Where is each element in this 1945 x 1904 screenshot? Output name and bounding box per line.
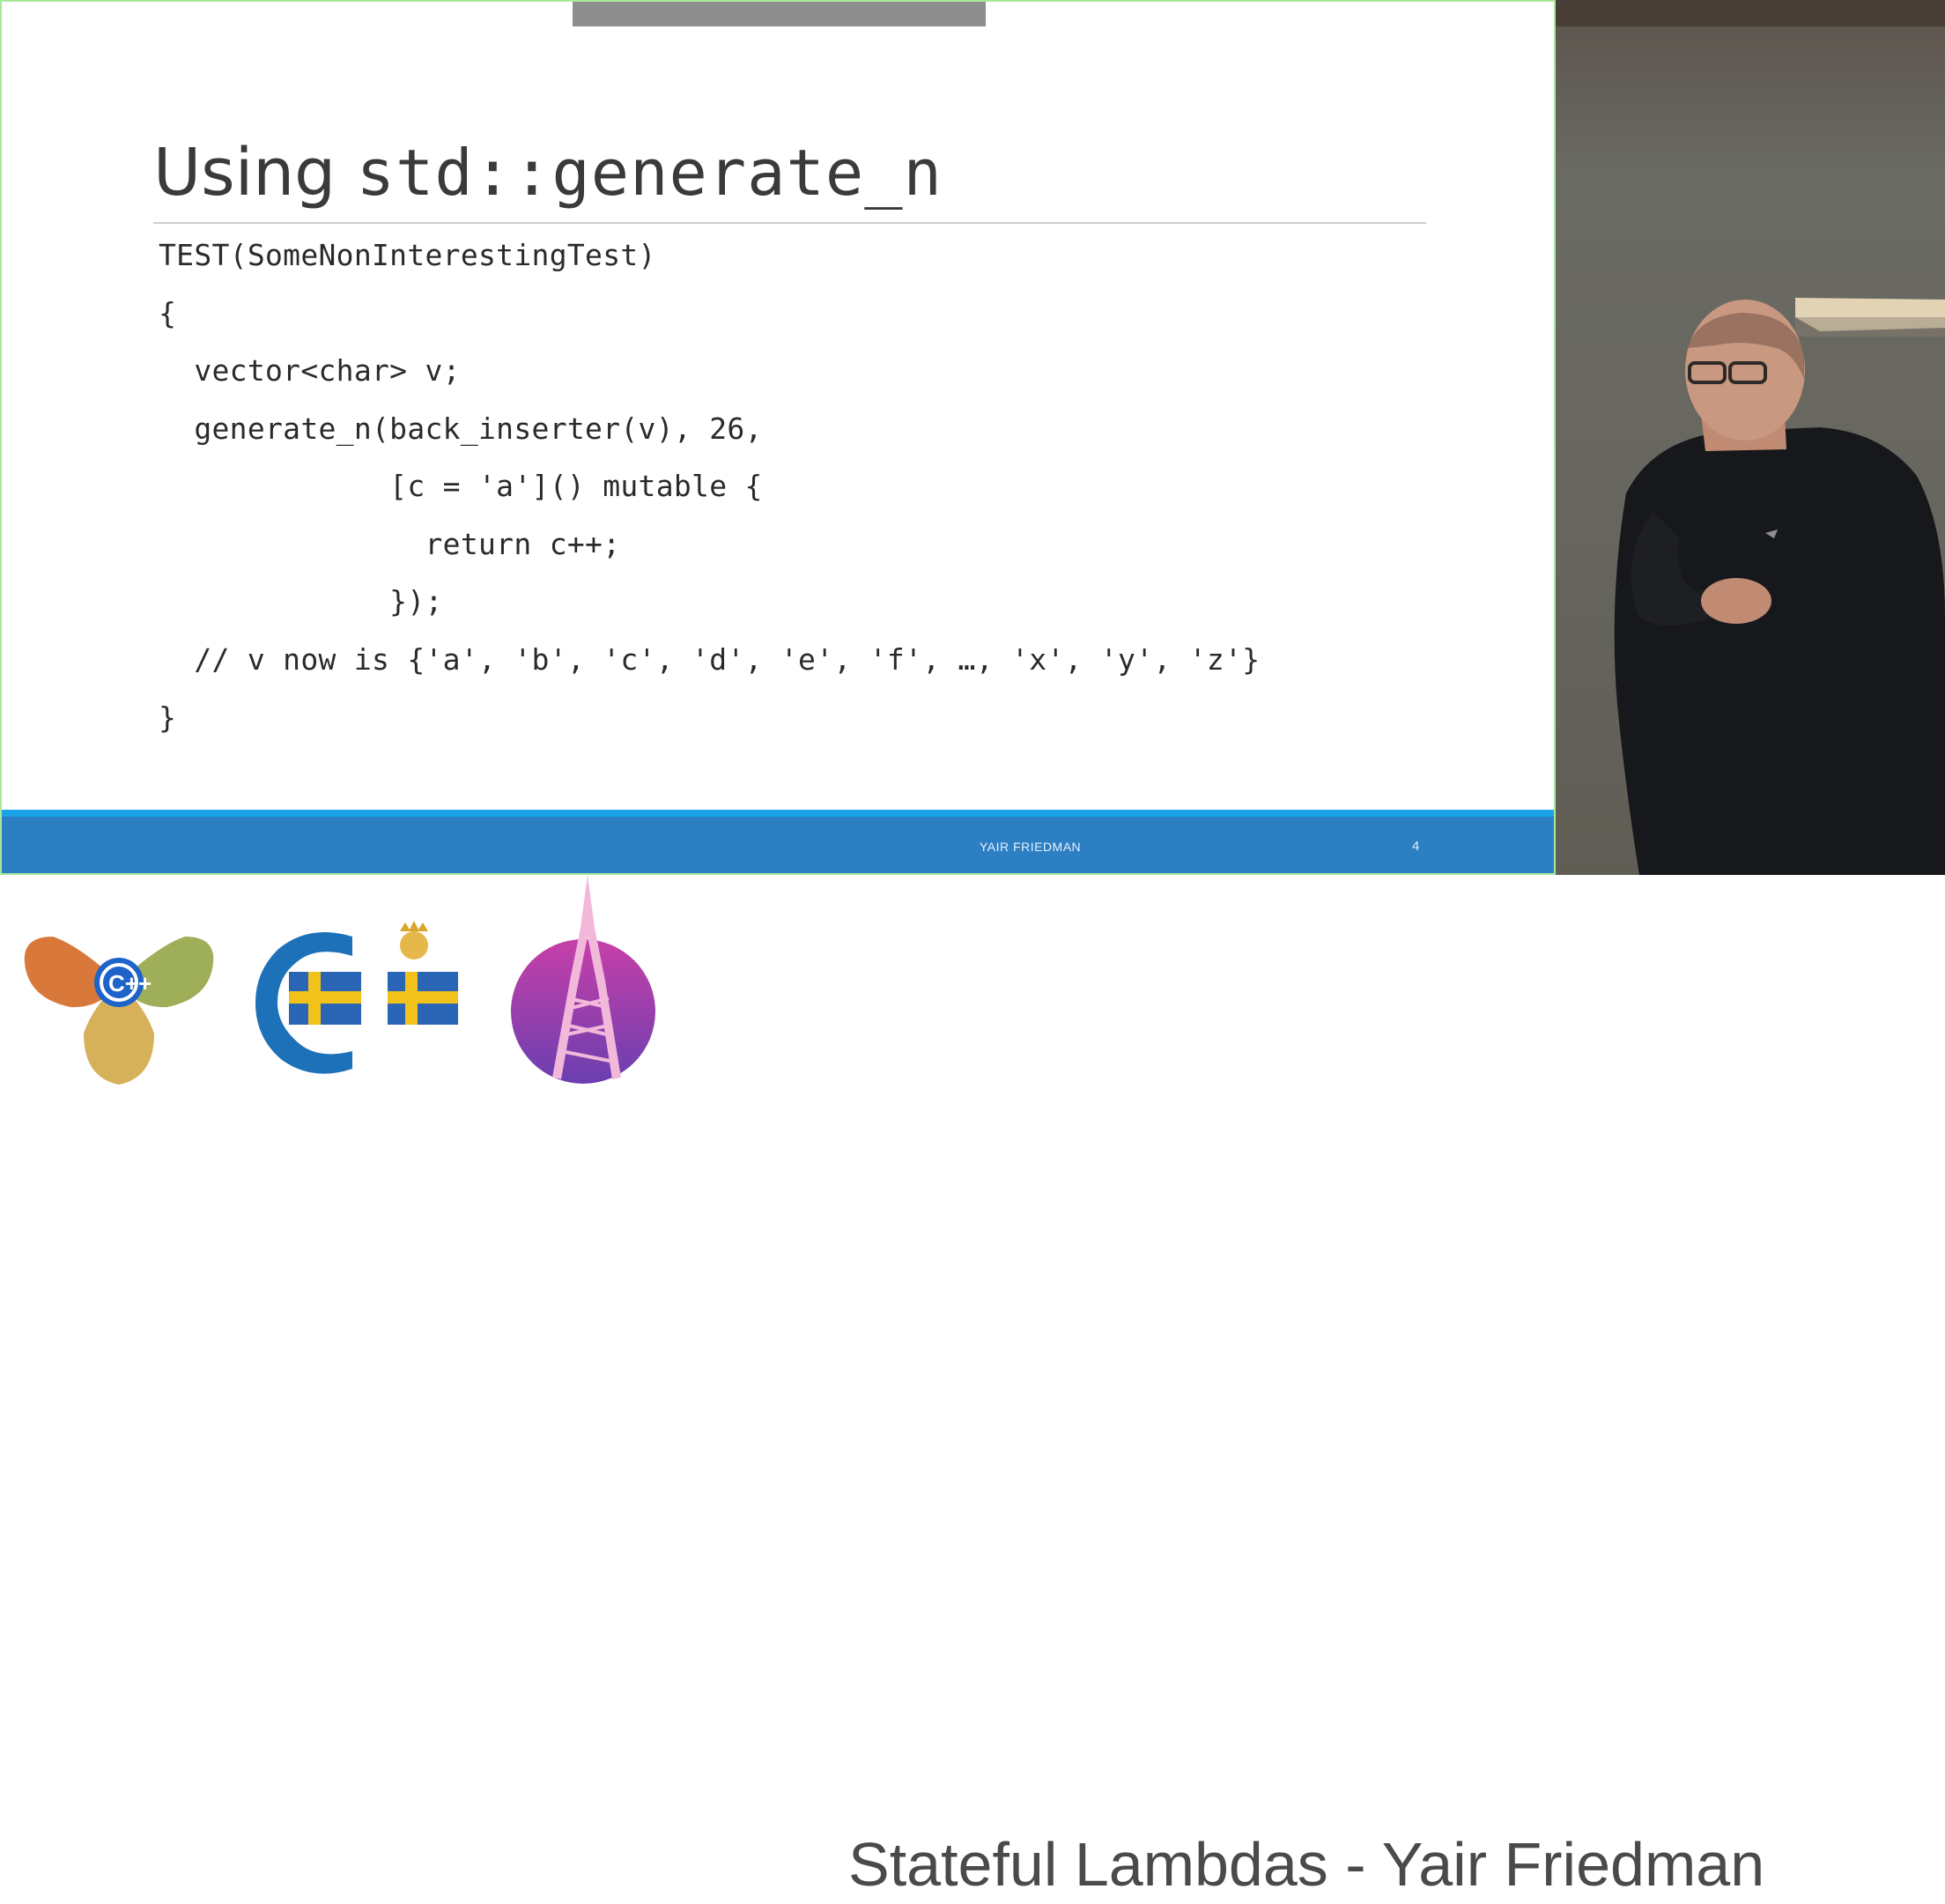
code-line: generate_n(back_inserter(v), 26, [159,411,763,446]
code-line: }); [159,584,443,619]
footer-page-number: 4 [1412,839,1420,854]
shelf-shadow [1795,317,1945,337]
speaker-video-feed [1556,0,1945,875]
flag-left-cross-h [289,991,361,1004]
code-line: { [159,296,177,330]
slide-title-prefix: Using [153,135,357,211]
speaker-illustration [1556,0,1945,875]
cpp-user-group-leaf-logo: C++ [24,937,214,1085]
flag-right-cross-v [405,972,418,1025]
speaker-hand [1701,578,1771,624]
stockholm-tower-logo [511,875,655,1084]
code-line: return c++; [159,527,621,561]
logo-king-head [400,931,428,959]
event-banner: C++ Stateful Lambdas - Yair Friedman [0,875,1945,1899]
slide-title-code: std::generate_n [356,136,943,210]
code-line: // v now is {'a', 'b', 'c', 'd', 'e', 'f… [159,642,1261,677]
flag-left-cross-v [308,972,321,1025]
slide-title: Using std::generate_n [153,130,943,215]
footer-author: YAIR FRIEDMAN [980,840,1082,854]
slide-top-bar [573,2,986,26]
slide-footer: YAIR FRIEDMAN 4 [2,810,1554,873]
code-line: [c = 'a']() mutable { [159,469,763,503]
talk-title: Stateful Lambdas - Yair Friedman [848,1830,1765,1899]
presentation-slide: Using std::generate_n TEST(SomeNonIntere… [0,0,1556,875]
speaker-shirt [1614,427,1945,875]
code-line: TEST(SomeNonInterestingTest) [159,238,656,272]
swedencpp-flag-logo [255,921,458,1074]
code-line: vector<char> v; [159,353,461,388]
title-divider [153,222,1426,224]
logo-crown [400,921,428,931]
logo-cpp-text: C++ [108,970,152,996]
ceiling [1556,0,1945,26]
code-line: } [159,700,177,735]
flag-right-cross-h [388,991,458,1004]
logo-sphere [511,939,655,1084]
